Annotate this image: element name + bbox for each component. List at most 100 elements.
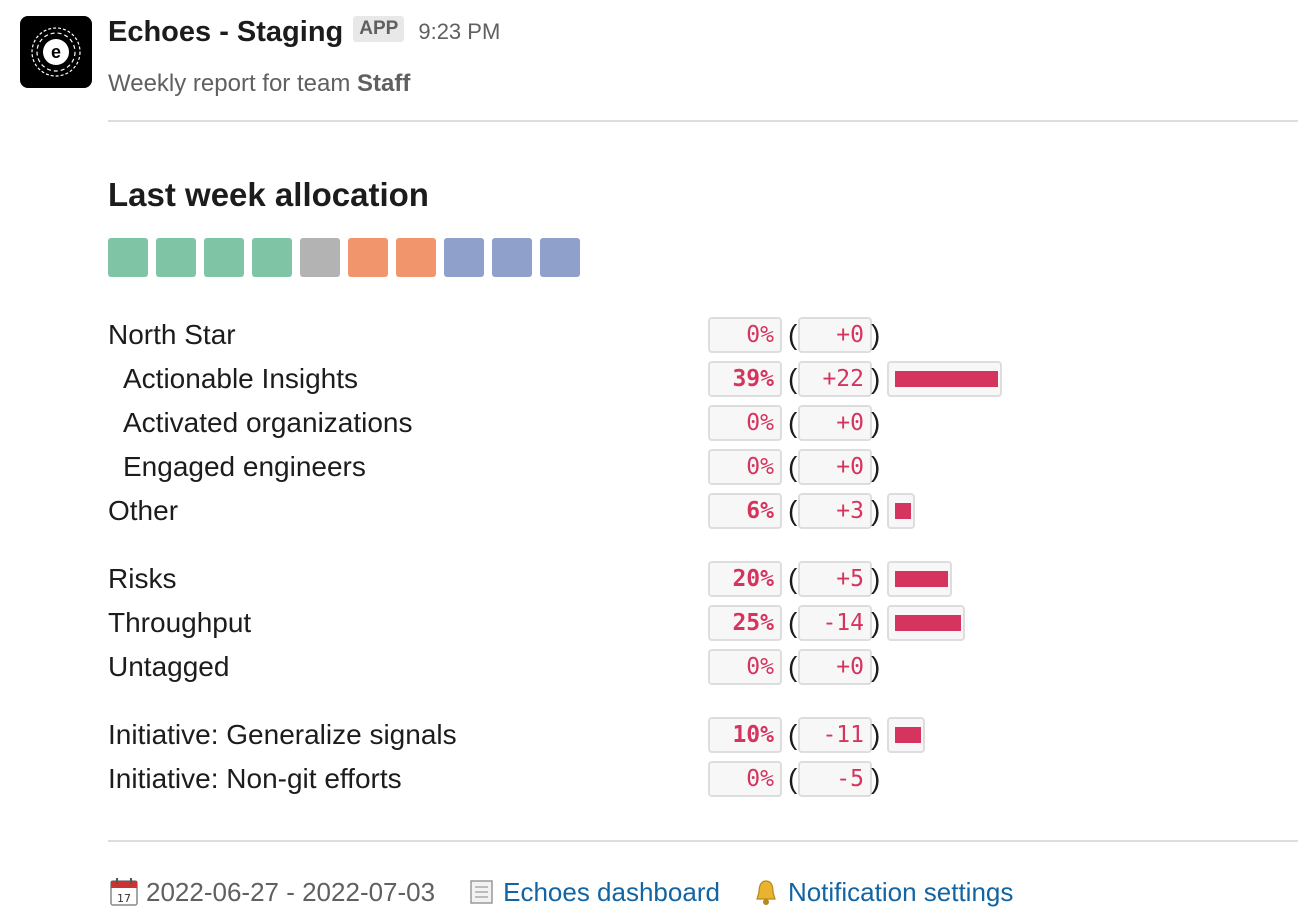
allocation-label: Actionable Insights (123, 363, 359, 394)
allocation-bar-box (887, 717, 925, 753)
paren-close: ) (871, 407, 881, 438)
allocation-delta: +5 (798, 561, 872, 597)
allocation-square (396, 238, 436, 277)
allocation-square (156, 238, 196, 277)
paren-open: ( (788, 563, 798, 594)
allocation-bar (895, 571, 948, 587)
allocation-row: Risks 20%(+5) (0, 559, 1298, 599)
allocation-row: North Star 0%(+0) (0, 315, 1298, 355)
allocation-label: Initiative: Generalize signals (108, 719, 457, 750)
app-avatar[interactable]: e (20, 16, 92, 88)
paren-close: ) (871, 563, 881, 594)
allocation-delta: +0 (798, 317, 872, 353)
allocation-row: Actionable Insights 39%(+22) (0, 359, 1298, 399)
dashboard-link-item[interactable]: Echoes dashboard (465, 876, 720, 908)
message-timestamp[interactable]: 9:23 PM (418, 19, 500, 45)
allocation-row: Engaged engineers 0%(+0) (0, 447, 1298, 487)
scroll-icon (465, 876, 497, 908)
allocation-label: Untagged (108, 651, 230, 682)
paren-close: ) (871, 607, 881, 638)
team-name: Staff (356, 70, 411, 97)
paren-open: ( (788, 719, 798, 750)
paren-open: ( (788, 407, 798, 438)
allocation-percent: 0% (708, 649, 782, 685)
allocation-delta: -5 (798, 761, 872, 797)
paren-open: ( (788, 763, 798, 794)
allocation-percent: 39% (708, 361, 782, 397)
allocation-percent: 10% (708, 717, 782, 753)
paren-open: ( (788, 319, 798, 350)
allocation-percent: 0% (708, 761, 782, 797)
allocation-percent: 0% (708, 405, 782, 441)
allocation-label: Other (108, 495, 179, 526)
svg-text:e: e (51, 42, 61, 62)
svg-text:17: 17 (117, 892, 131, 905)
allocation-delta: +22 (798, 361, 872, 397)
allocation-label: Engaged engineers (123, 451, 366, 482)
message-header: Echoes - Staging APP 9:23 PM (108, 12, 500, 52)
paren-close: ) (871, 763, 881, 794)
report-footer: 17 2022-06-27 - 2022-07-03 Echoes dashbo… (108, 872, 1043, 912)
echoes-dashboard-link[interactable]: Echoes dashboard (503, 877, 720, 908)
allocation-percent: 6% (708, 493, 782, 529)
allocation-percent: 0% (708, 449, 782, 485)
allocation-label: Risks (108, 563, 177, 594)
allocation-square (300, 238, 340, 277)
app-name[interactable]: Echoes - Staging (108, 16, 343, 49)
app-badge: APP (353, 16, 405, 42)
allocation-square (204, 238, 244, 277)
allocation-square (348, 238, 388, 277)
allocation-row: Initiative: Generalize signals 10%(-11) (0, 715, 1298, 755)
allocation-bar-box (887, 561, 952, 597)
paren-open: ( (788, 451, 798, 482)
allocation-bar-box (887, 361, 1002, 397)
paren-close: ) (871, 363, 881, 394)
allocation-bar-box (887, 493, 915, 529)
allocation-label: Throughput (108, 607, 252, 638)
allocation-square (540, 238, 580, 277)
allocation-label: North Star (108, 319, 236, 350)
allocation-percent: 20% (708, 561, 782, 597)
divider-bottom (108, 840, 1298, 842)
allocation-square (108, 238, 148, 277)
allocation-row: Activated organizations 0%(+0) (0, 403, 1298, 443)
allocation-bar (895, 727, 921, 743)
paren-open: ( (788, 363, 798, 394)
paren-open: ( (788, 607, 798, 638)
date-range-item: 17 2022-06-27 - 2022-07-03 (108, 876, 435, 908)
paren-close: ) (871, 451, 881, 482)
paren-open: ( (788, 495, 798, 526)
bell-icon (750, 876, 782, 908)
allocation-row: Other 6%(+3) (0, 491, 1298, 531)
allocation-delta: -14 (798, 605, 872, 641)
allocation-square (252, 238, 292, 277)
paren-close: ) (871, 319, 881, 350)
allocation-percent: 0% (708, 317, 782, 353)
notification-settings-link[interactable]: Notification settings (788, 877, 1013, 908)
allocation-bar (895, 503, 911, 519)
allocation-row: Initiative: Non-git efforts 0%(-5) (0, 759, 1298, 799)
paren-close: ) (871, 651, 881, 682)
paren-open: ( (788, 651, 798, 682)
report-subtitle: Weekly report for team Staff (108, 70, 410, 98)
allocation-delta: +0 (798, 449, 872, 485)
divider-top (108, 120, 1298, 122)
allocation-delta: +0 (798, 405, 872, 441)
allocation-delta: +3 (798, 493, 872, 529)
date-range: 2022-06-27 - 2022-07-03 (146, 876, 436, 907)
allocation-row: Untagged 0%(+0) (0, 647, 1298, 687)
echoes-logo-icon: e (31, 27, 81, 77)
calendar-icon: 17 (108, 876, 140, 908)
allocation-squares (108, 238, 580, 277)
settings-link-item[interactable]: Notification settings (750, 876, 1013, 908)
paren-close: ) (871, 719, 881, 750)
allocation-delta: +0 (798, 649, 872, 685)
allocation-delta: -11 (798, 717, 872, 753)
section-title: Last week allocation (108, 176, 429, 213)
allocation-label: Initiative: Non-git efforts (108, 763, 402, 794)
allocation-bar-box (887, 605, 965, 641)
allocation-square (492, 238, 532, 277)
allocation-bar (895, 615, 961, 631)
allocation-label: Activated organizations (123, 407, 413, 438)
paren-close: ) (871, 495, 881, 526)
